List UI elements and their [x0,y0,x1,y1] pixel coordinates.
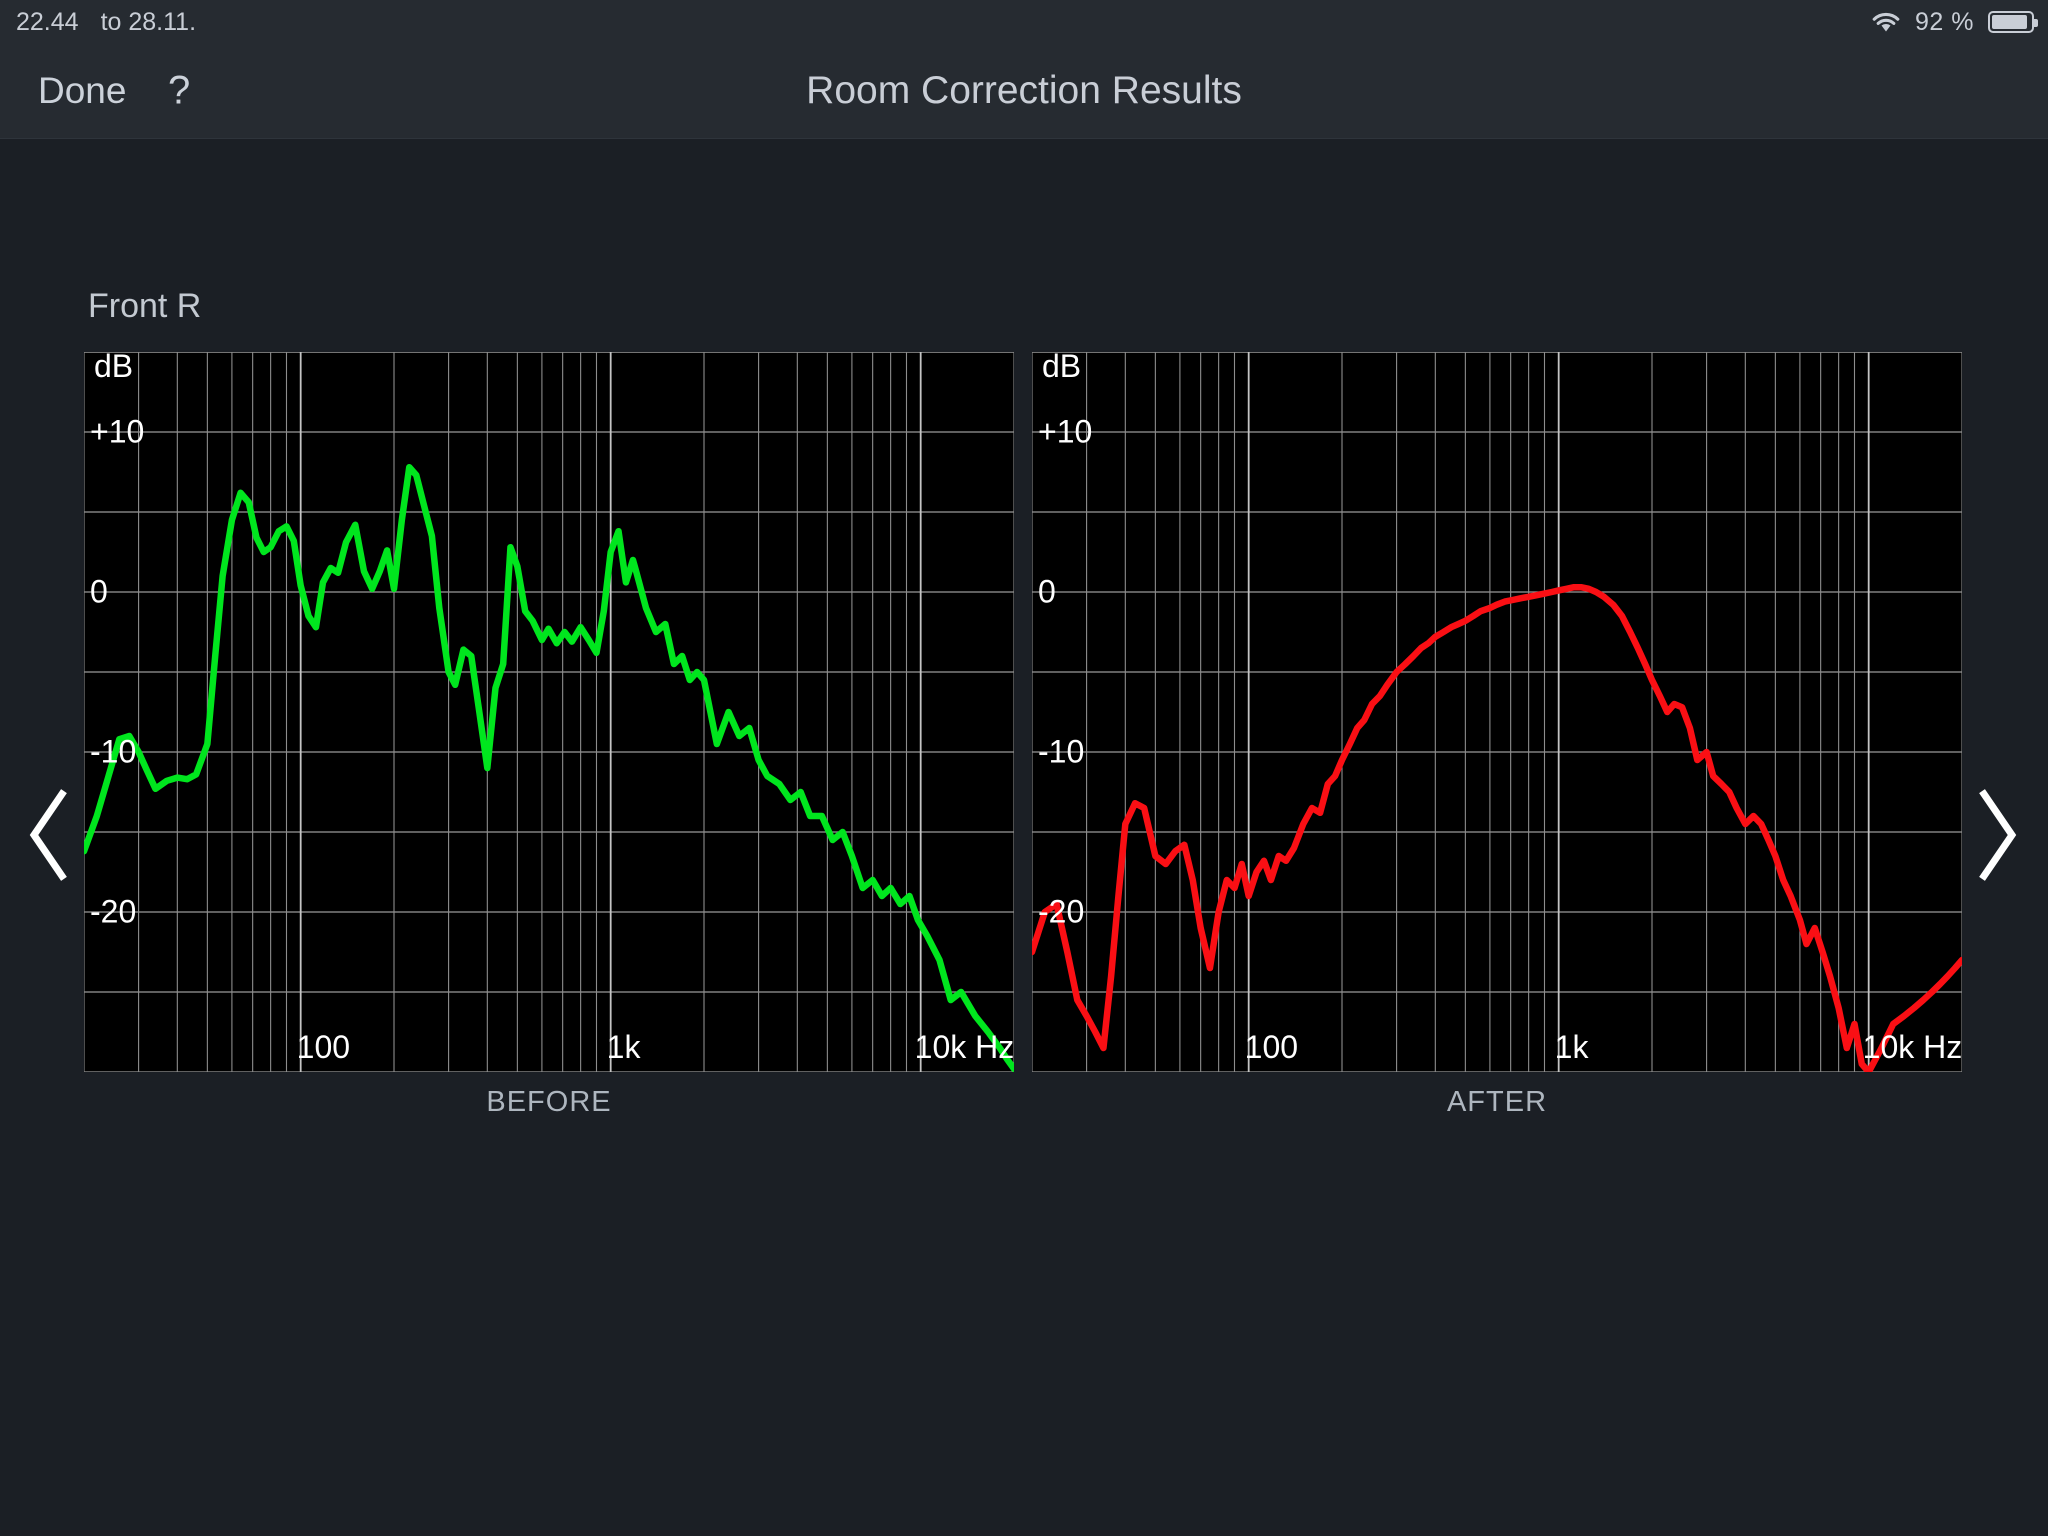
y-tick-label: -20 [90,893,137,930]
status-date: to 28.11. [100,7,197,36]
x-tick-label: 10k Hz [1862,1029,1962,1065]
battery-icon [1988,11,2038,33]
x-tick-label: 100 [1244,1029,1299,1065]
y-tick-label: -10 [1038,733,1085,770]
charts-container: dB +10 0 -10 -20 100 1k 10k Hz dB +10 0 -10 -20 10… [0,352,2048,1072]
status-time: 22.44 [16,7,79,36]
y-tick-label: +10 [90,413,145,450]
caption-after: AFTER [1446,1086,1548,1118]
y-tick-label: -20 [1038,893,1085,930]
chart-before[interactable]: dB +10 0 -10 -20 100 1k 10k Hz [84,352,1014,1072]
y-tick-label: 0 [90,573,108,610]
page-title: Room Correction Results [806,69,1242,112]
app-root: 22.44 to 28.11. 92 % Done ? Room Correct… [0,0,2048,1536]
x-tick-label: 100 [296,1029,351,1065]
status-bar-right: 92 % [1871,8,2048,37]
channel-label: Front R [88,287,202,325]
nav-bar: Done ? Room Correction Results [0,44,2048,139]
y-tick-label: +10 [1038,413,1093,450]
status-bar: 22.44 to 28.11. 92 % [0,0,2048,44]
plot-area-before[interactable]: dB +10 0 -10 -20 100 1k 10k Hz [84,352,1014,1072]
battery-percent-label: 92 % [1915,7,1974,36]
plot-area-after[interactable]: dB +10 0 -10 -20 100 1k 10k Hz [1032,352,1962,1072]
chart-after[interactable]: dB +10 0 -10 -20 100 1k 10k Hz [1032,352,1962,1072]
status-bar-left: 22.44 to 28.11. [0,8,196,37]
x-tick-label: 10k Hz [914,1029,1014,1065]
x-tick-label: 1k [606,1029,641,1065]
wifi-icon [1871,11,1901,33]
y-tick-label: 0 [1038,573,1056,610]
caption-before: BEFORE [486,1086,612,1118]
y-tick-label: -10 [90,733,137,770]
x-tick-label: 1k [1554,1029,1589,1065]
